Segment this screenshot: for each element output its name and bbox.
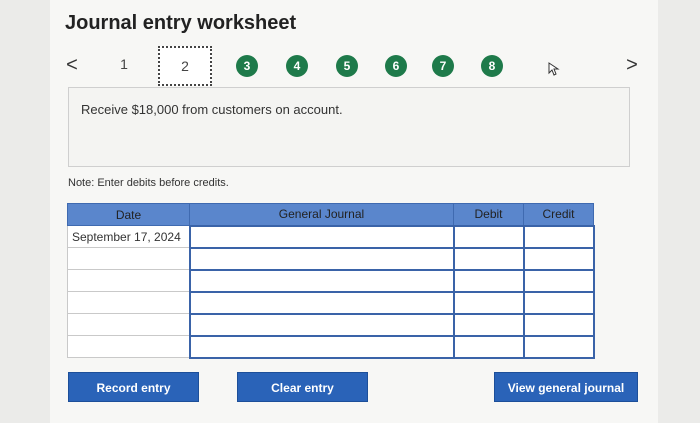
account-input[interactable] xyxy=(188,312,455,337)
note-text: Note: Enter debits before credits. xyxy=(68,177,229,189)
step-5-button[interactable]: 5 xyxy=(336,55,358,77)
account-input[interactable] xyxy=(188,334,455,359)
table-row xyxy=(67,312,595,337)
account-input[interactable] xyxy=(188,290,455,315)
credit-column-header: Credit xyxy=(523,203,594,226)
debit-input[interactable] xyxy=(452,290,525,315)
table-row xyxy=(67,334,595,359)
credit-input[interactable] xyxy=(522,334,595,359)
account-input[interactable] xyxy=(188,246,455,271)
date-cell xyxy=(67,313,190,336)
record-entry-button[interactable]: Record entry xyxy=(68,372,199,402)
credit-input[interactable] xyxy=(522,246,595,271)
credit-input[interactable] xyxy=(522,268,595,293)
account-input[interactable] xyxy=(188,268,455,293)
date-cell xyxy=(67,247,190,270)
step-2-current[interactable]: 2 xyxy=(158,46,212,86)
step-3-button[interactable]: 3 xyxy=(236,55,258,77)
debit-column-header: Debit xyxy=(453,203,524,226)
table-row: September 17, 2024 xyxy=(67,224,595,249)
date-column-header: Date xyxy=(67,203,190,226)
table-row xyxy=(67,246,595,271)
account-input[interactable] xyxy=(188,224,455,249)
debit-input[interactable] xyxy=(452,334,525,359)
date-cell xyxy=(67,335,190,358)
debit-input[interactable] xyxy=(452,268,525,293)
debit-input[interactable] xyxy=(452,224,525,249)
transaction-prompt-box: Receive $18,000 from customers on accoun… xyxy=(68,87,630,167)
credit-input[interactable] xyxy=(522,312,595,337)
credit-input[interactable] xyxy=(522,224,595,249)
step-8-button[interactable]: 8 xyxy=(481,55,503,77)
journal-entry-table: Date General Journal Debit Credit Septem… xyxy=(67,203,595,359)
view-general-journal-button[interactable]: View general journal xyxy=(494,372,638,402)
step-1-button[interactable]: 1 xyxy=(114,56,134,72)
table-header-row: Date General Journal Debit Credit xyxy=(67,203,594,226)
date-cell xyxy=(67,291,190,314)
step-4-button[interactable]: 4 xyxy=(286,55,308,77)
prev-step-button[interactable]: < xyxy=(62,54,82,76)
credit-input[interactable] xyxy=(522,290,595,315)
step-7-button[interactable]: 7 xyxy=(432,55,454,77)
page-title: Journal entry worksheet xyxy=(65,12,297,34)
transaction-prompt-text: Receive $18,000 from customers on accoun… xyxy=(81,102,343,117)
date-cell xyxy=(67,269,190,292)
debit-input[interactable] xyxy=(452,246,525,271)
next-step-button[interactable]: > xyxy=(622,54,642,76)
step-6-button[interactable]: 6 xyxy=(385,55,407,77)
table-row xyxy=(67,290,595,315)
debit-input[interactable] xyxy=(452,312,525,337)
clear-entry-button[interactable]: Clear entry xyxy=(237,372,368,402)
table-row xyxy=(67,268,595,293)
date-cell: September 17, 2024 xyxy=(67,225,190,248)
mouse-cursor-icon xyxy=(548,62,560,76)
general-journal-column-header: General Journal xyxy=(189,203,454,226)
